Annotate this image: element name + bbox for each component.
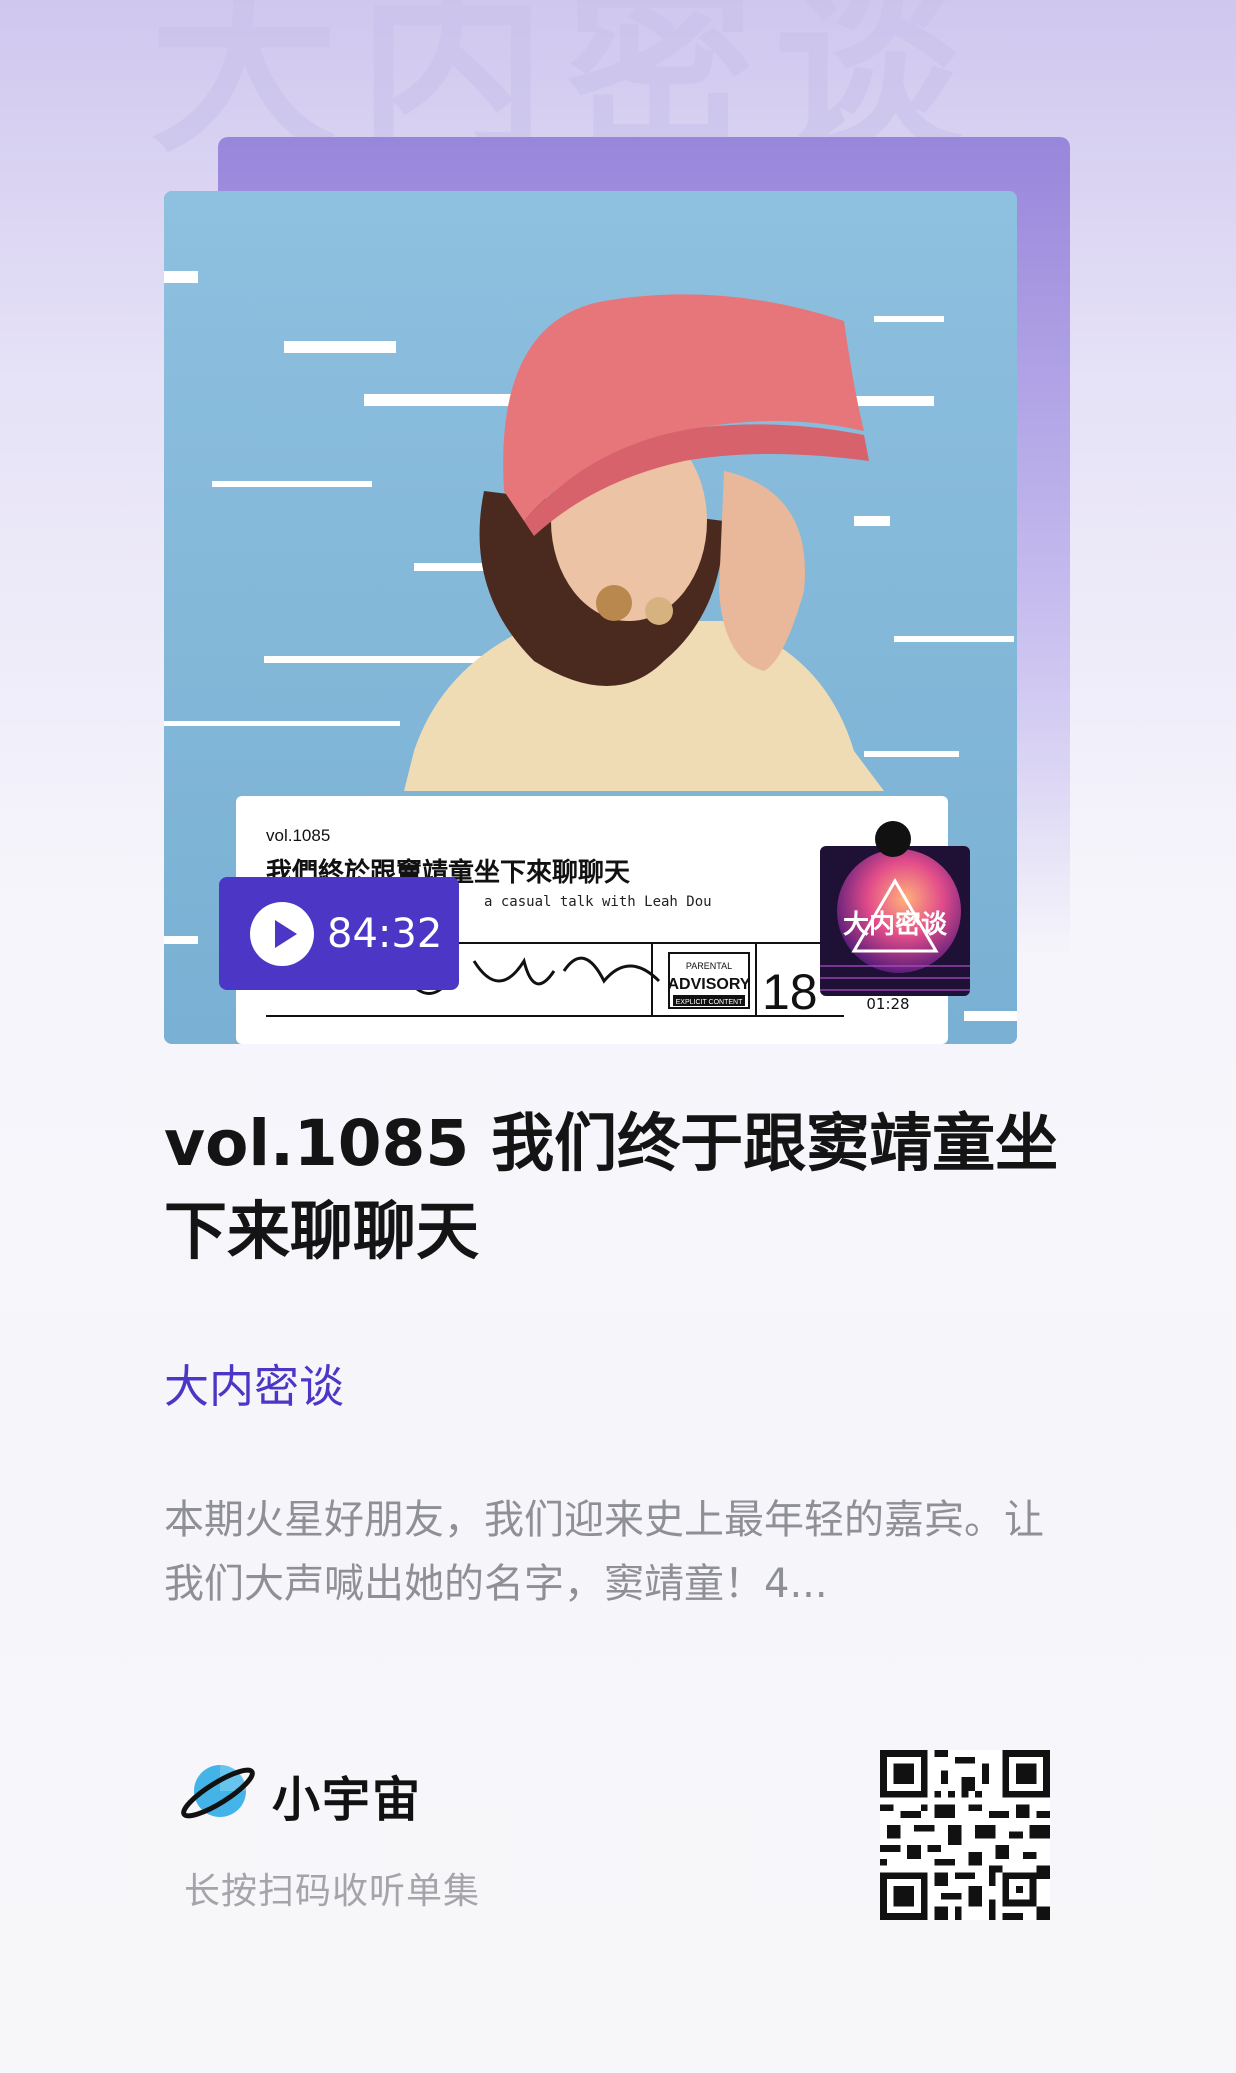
podcast-name-link[interactable]: 大内密谈 (164, 1350, 344, 1415)
planet-logo-icon (178, 1757, 258, 1833)
svg-text:EXPLICIT CONTENT: EXPLICIT CONTENT (676, 999, 743, 1006)
brand-name: 小宇宙 (272, 1772, 423, 1828)
scan-hint: 长按扫码收听单集 (184, 1871, 481, 1912)
svg-text:18: 18 (762, 964, 818, 1020)
episode-title: vol.1085 我们终于跟窦靖童坐下来聊聊天 (164, 1107, 1059, 1268)
svg-text:vol.1085: vol.1085 (266, 826, 330, 845)
app-brand: 小宇宙 (178, 1757, 422, 1833)
play-icon[interactable] (250, 901, 314, 966)
svg-text:PARENTAL: PARENTAL (686, 961, 732, 971)
play-button[interactable]: 84:32 (219, 877, 459, 990)
svg-text:01:28: 01:28 (866, 995, 909, 1013)
svg-text:a casual talk with Leah Dou: a casual talk with Leah Dou (484, 894, 712, 910)
qr-code[interactable] (880, 1750, 1050, 1920)
svg-text:ADVISORY: ADVISORY (668, 976, 751, 993)
podcast-badge: 大内密谈 (820, 821, 970, 996)
episode-description: 本期火星好朋友，我们迎来史上最年轻的嘉宾。让我们大声喊出她的名字，窦靖童！4..… (164, 1497, 1044, 1607)
svg-text:大内密谈: 大内密谈 (843, 909, 948, 940)
episode-duration: 84:32 (327, 910, 443, 957)
